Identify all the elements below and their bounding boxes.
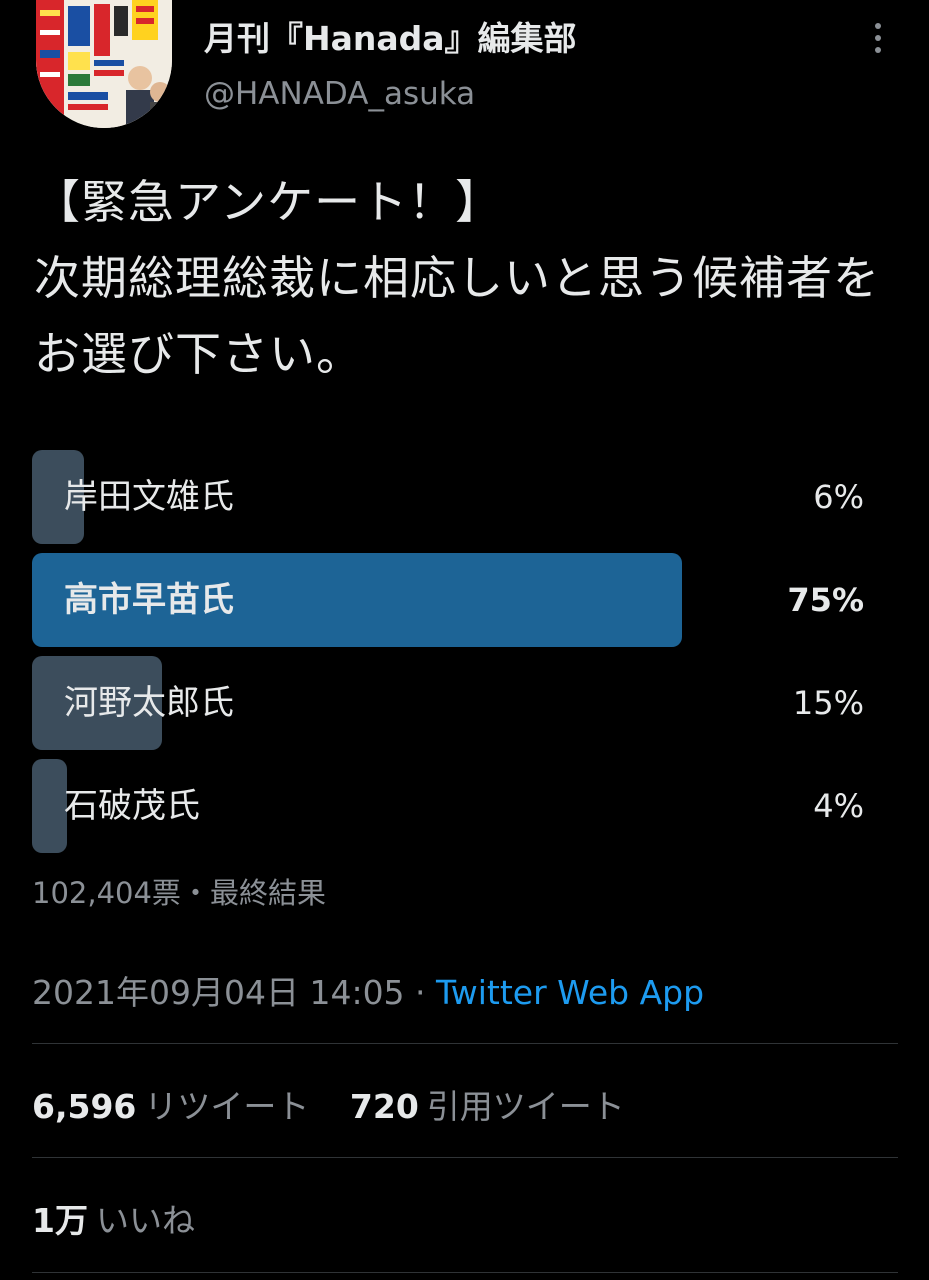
poll: 岸田文雄氏 6% 高市早苗氏 75% 河野太郎氏 15% 石破茂氏 4% (32, 450, 864, 862)
more-vertical-icon (875, 23, 881, 29)
like-count: 1万 (32, 1201, 88, 1240)
poll-option[interactable]: 石破茂氏 4% (32, 759, 864, 853)
quote-count: 720 (349, 1087, 419, 1126)
poll-option-percent: 6% (813, 478, 864, 516)
poll-option-label: 河野太郎氏 (64, 683, 234, 723)
likes-stat[interactable]: 1万 いいね (32, 1194, 195, 1242)
quote-tweets-stat[interactable]: 720 引用ツイート (350, 1080, 625, 1128)
likes-stats-row: 1万 いいね (32, 1194, 225, 1242)
like-label: いいね (95, 1201, 195, 1240)
poll-option[interactable]: 高市早苗氏 75% (32, 553, 864, 647)
tweet-text: 【緊急アンケート！】 次期総理総裁に相応しいと思う候補者をお選び下さい。 (34, 175, 880, 381)
tweet-timestamp-row: 2021年09月04日 14:05 · Twitter Web App (32, 966, 704, 1014)
poll-meta-separator: ・ (180, 876, 210, 910)
more-options-button[interactable] (862, 16, 894, 60)
poll-option[interactable]: 岸田文雄氏 6% (32, 450, 864, 544)
timestamp-separator: · (404, 973, 437, 1012)
poll-option-label: 高市早苗氏 (64, 580, 234, 620)
more-vertical-icon-dot (875, 35, 881, 41)
poll-option-percent: 15% (792, 684, 864, 722)
divider (32, 1043, 898, 1044)
poll-option-percent: 75% (787, 581, 864, 619)
engagement-stats-row: 6,596 リツイート 720 引用ツイート (32, 1080, 655, 1128)
poll-option-percent: 4% (813, 787, 864, 825)
retweets-stat[interactable]: 6,596 リツイート (32, 1080, 309, 1128)
poll-vote-count: 102,404票 (32, 876, 181, 910)
poll-option[interactable]: 河野太郎氏 15% (32, 656, 864, 750)
tweet-source-link[interactable]: Twitter Web App (436, 973, 704, 1012)
poll-bar (32, 759, 67, 853)
retweet-count: 6,596 (32, 1087, 137, 1126)
poll-summary: 102,404票・最終結果 (32, 870, 326, 912)
tweet-timestamp[interactable]: 2021年09月04日 14:05 (32, 973, 405, 1012)
poll-option-label: 石破茂氏 (64, 786, 200, 826)
magazine-cover-avatar-icon (36, 0, 172, 128)
author-handle[interactable]: @HANADA_asuka (204, 76, 475, 112)
quote-label: 引用ツイート (426, 1087, 625, 1126)
author-name[interactable]: 月刊『Hanada』編集部 (204, 12, 577, 60)
avatar[interactable] (36, 0, 172, 128)
divider (32, 1272, 898, 1273)
divider (32, 1157, 898, 1158)
poll-option-label: 岸田文雄氏 (64, 477, 234, 517)
more-vertical-icon-dot (875, 47, 881, 53)
poll-status: 最終結果 (209, 876, 326, 910)
retweet-label: リツイート (144, 1087, 310, 1126)
